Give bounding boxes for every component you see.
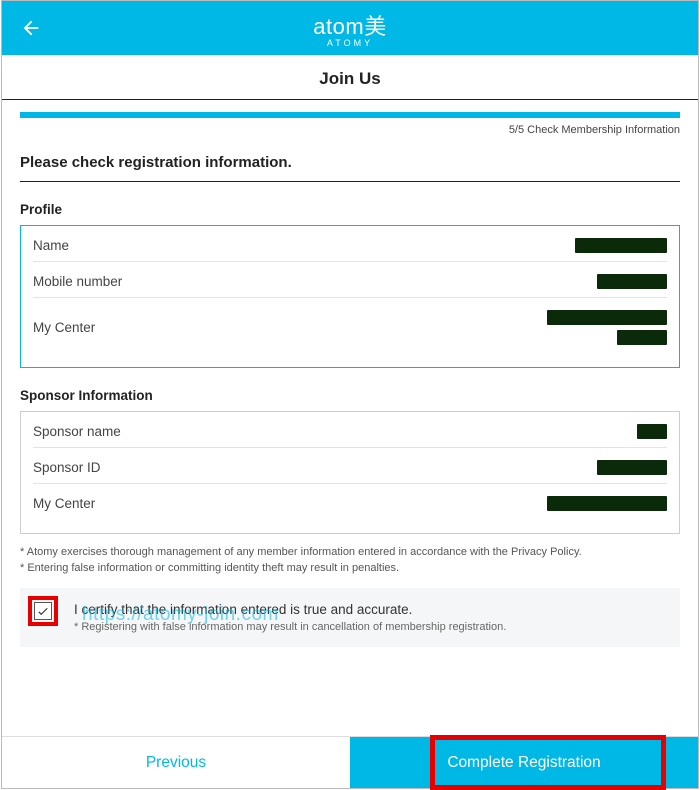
certify-box: https://atomy-join.com I certify that th… [20,588,680,647]
app-header: atom美 ATOMY [2,1,698,55]
certify-sub-text: * Registering with false information may… [74,621,670,633]
logo-main: atom美 [313,9,386,41]
redacted-value [637,424,667,439]
complete-registration-button[interactable]: Complete Registration [350,737,698,788]
profile-section-title: Profile [20,202,680,217]
back-button[interactable] [20,17,42,44]
sponsor-row: Sponsor name [33,412,667,448]
sponsor-section-title: Sponsor Information [20,388,680,403]
fineprint-line: * Atomy exercises thorough management of… [20,546,680,558]
sponsor-box: Sponsor name Sponsor ID My Center [20,411,680,534]
redacted-value [547,496,667,511]
redacted-value [547,310,667,345]
redacted-value [597,460,667,475]
profile-row: Name [33,226,667,262]
info-label: My Center [33,320,95,335]
instruction-text: Please check registration information. [20,154,680,182]
fineprint: * Atomy exercises thorough management of… [20,546,680,574]
info-label: Name [33,238,69,253]
certify-checkbox[interactable] [34,602,52,620]
sponsor-row: Sponsor ID [33,448,667,484]
certify-main-text: I certify that the information entered i… [74,602,670,617]
checkbox-highlight [28,596,58,626]
brand-logo: atom美 ATOMY [313,9,386,48]
complete-button-label: Complete Registration [447,754,600,772]
profile-box: Name Mobile number My Center [20,225,680,368]
previous-button[interactable]: Previous [2,737,350,788]
sponsor-row: My Center [33,484,667,519]
redacted-value [597,274,667,289]
progress-bar [20,112,680,118]
info-label: Sponsor ID [33,460,101,475]
previous-button-label: Previous [146,754,206,772]
profile-row: Mobile number [33,262,667,298]
arrow-left-icon [20,17,42,39]
info-label: My Center [33,496,95,511]
fineprint-line: * Entering false information or committi… [20,562,680,574]
check-icon [36,604,50,618]
redacted-value [575,238,667,253]
info-label: Mobile number [33,274,122,289]
footer-buttons: Previous Complete Registration [2,736,698,788]
page-title: Join Us [2,55,698,100]
profile-row: My Center [33,298,667,353]
info-label: Sponsor name [33,424,121,439]
step-label: 5/5 Check Membership Information [20,124,680,136]
